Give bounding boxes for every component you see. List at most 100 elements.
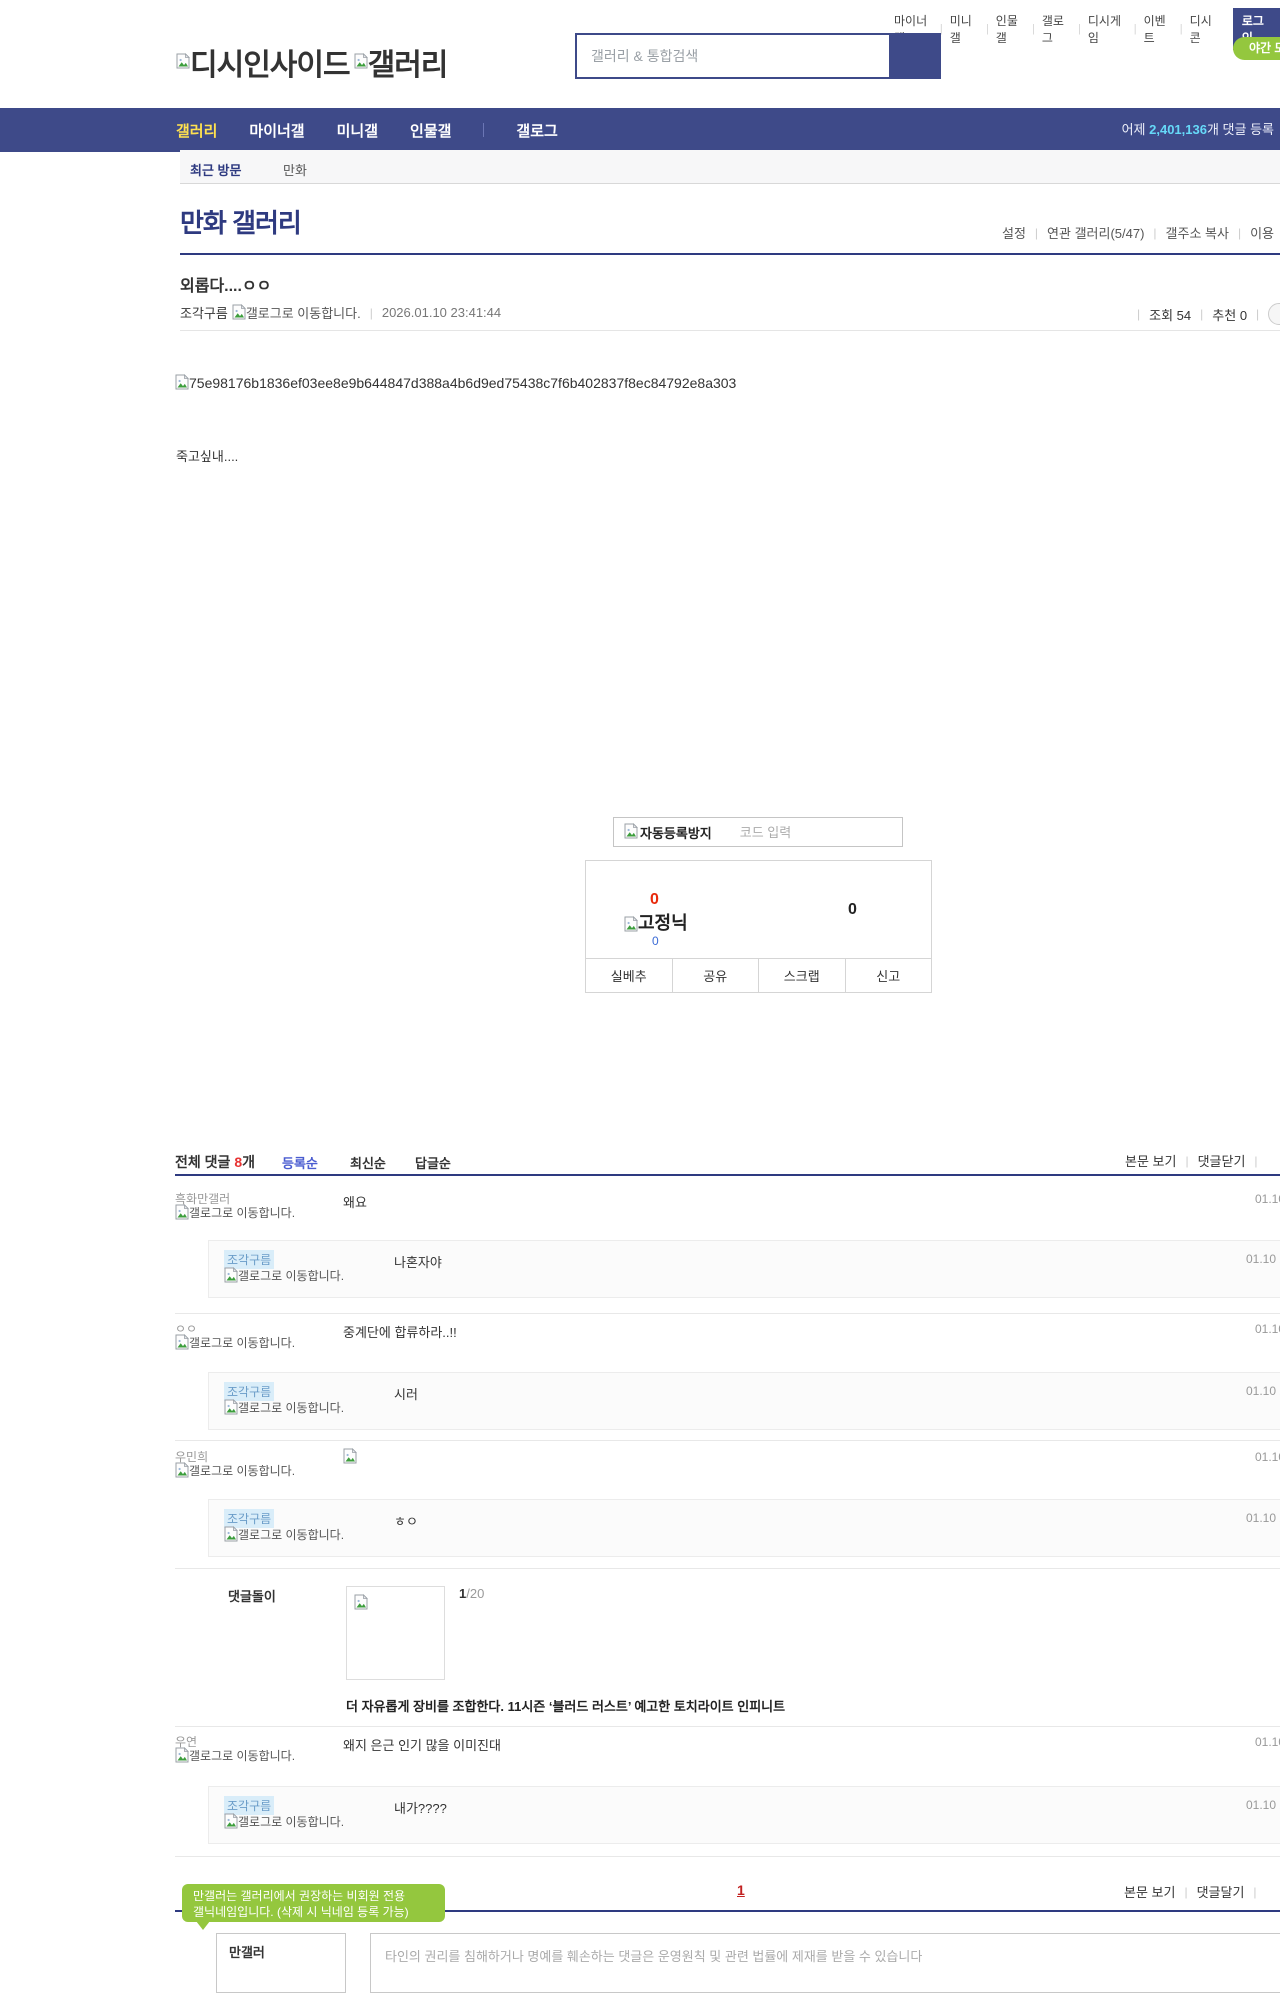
broken-image-icon [224, 1399, 238, 1415]
usage-guide-link[interactable]: 이용 [1250, 223, 1274, 242]
sort-registered-tab[interactable]: 등록순 [282, 1153, 318, 1172]
nav-gallery[interactable]: 갤러리 [176, 120, 217, 141]
nav-gallog[interactable]: 갤로그 [516, 120, 557, 141]
breadcrumb-current-gallery[interactable]: 만화 [283, 160, 307, 179]
site-logo[interactable]: 디시인사이드 갤러리 [176, 40, 449, 84]
top-utility-bar: 마이너갤| 미니갤| 인물갤| 갤로그| 디시게임| 이벤트| 디시콘 로그인 [894, 8, 1280, 50]
fixed-nick-upvote[interactable]: 고정닉 [624, 909, 688, 935]
comment-author-gallog[interactable]: 갤로그로 이동합니다. [175, 1747, 307, 1764]
captcha-box: 자동등록방지 [613, 817, 903, 847]
reply-author-gallog[interactable]: 갤로그로 이동합니다. [224, 1267, 356, 1284]
related-galleries-link[interactable]: 연관 갤러리(5/47) [1047, 223, 1144, 242]
vote-button-row: 실베추 공유 스크랩 신고 [586, 958, 931, 992]
divider: | [1184, 1884, 1188, 1899]
pagination-page-1[interactable]: 1 [737, 1882, 745, 1898]
comment-date: 01.10 [1255, 1192, 1280, 1206]
nav-person-gallery[interactable]: 인물갤 [410, 120, 451, 141]
divider [175, 1174, 1280, 1176]
view-post-link[interactable]: 본문 보기 [1124, 1882, 1175, 1901]
post-author[interactable]: 조각구름 [180, 303, 228, 322]
ad-banner-image[interactable] [346, 1586, 445, 1680]
sort-newest-tab[interactable]: 최신순 [350, 1153, 386, 1172]
divider [483, 123, 485, 137]
reply-date: 01.10 2 [1246, 1798, 1280, 1812]
upvote-count: 0 [650, 891, 659, 908]
reply-author-gallog[interactable]: 갤로그로 이동합니다. [224, 1399, 356, 1416]
page: { "topbar": { "links": ["마이너갤", "미니갤", "… [0, 0, 1280, 1993]
reply-author-gallog[interactable]: 갤로그로 이동합니다. [224, 1813, 356, 1830]
top-link-event[interactable]: 이벤트 [1144, 12, 1173, 46]
close-comments-link[interactable]: 댓글닫기 [1198, 1151, 1246, 1170]
broken-image-icon [224, 1813, 238, 1829]
logo-site-text: 디시인사이드 [190, 49, 351, 82]
divider: | [1237, 225, 1242, 240]
ad-page-indicator: 1/20 [459, 1586, 485, 1601]
comment-author-gallog[interactable]: 갤로그로 이동합니다. [175, 1334, 307, 1351]
comments-total: 전체 댓글 8개 [175, 1154, 255, 1170]
post-options-button[interactable] [1268, 303, 1280, 325]
divider: | [985, 23, 989, 35]
divider: | [1179, 23, 1183, 35]
reply-author-gallog[interactable]: 갤로그로 이동합니다. [224, 1526, 356, 1543]
comments-header-actions: 본문 보기 | 댓글닫기 | [1125, 1151, 1267, 1170]
post-body-text: 죽고싶내.... [176, 449, 239, 464]
divider [175, 1440, 1280, 1441]
night-mode-toggle[interactable]: 야간 모 [1233, 37, 1280, 60]
captcha-code-input[interactable] [739, 824, 850, 840]
broken-image-icon [343, 1448, 357, 1465]
comment-date: 01.10 [1255, 1322, 1280, 1336]
broken-image-icon [175, 1747, 189, 1763]
like-count: 추천 0 [1212, 307, 1248, 323]
gallery-title: 만화 갤러리 [180, 208, 302, 238]
comment-stats-count: 2,401,136 [1149, 122, 1207, 137]
nav-mini-gallery[interactable]: 미니갤 [337, 120, 378, 141]
reply-text: ㅎㅇ [394, 1514, 418, 1529]
breadcrumb-recent-label[interactable]: 최근 방문 [190, 160, 241, 179]
divider: | [1031, 23, 1035, 35]
search-button[interactable] [889, 33, 941, 79]
top-link-gallog[interactable]: 갤로그 [1042, 12, 1071, 46]
tooltip-line1: 만갤러는 갤러리에서 권장하는 비회원 전용 [193, 1889, 406, 1903]
nickname-input[interactable] [229, 1944, 329, 1959]
sort-reply-tab[interactable]: 답글순 [415, 1153, 451, 1172]
broken-image-icon [175, 1204, 189, 1220]
comment-stats: 어제 2,401,136개 댓글 등록 [1121, 122, 1274, 137]
silbechu-button[interactable]: 실베추 [586, 959, 673, 992]
divider [180, 330, 1280, 331]
view-post-link[interactable]: 본문 보기 [1125, 1151, 1176, 1170]
gallery-settings-link[interactable]: 설정 [1002, 223, 1026, 242]
main-navbar: 갤러리 마이너갤 미니갤 인물갤 갤로그 어제 2,401,136개 댓글 등록 [0, 108, 1280, 152]
broken-image-icon [175, 1462, 189, 1478]
nav-minor-gallery[interactable]: 마이너갤 [249, 120, 304, 141]
gallery-header-links: 설정 | 연관 갤러리(5/47) | 갤주소 복사 | 이용 [1002, 223, 1274, 242]
broken-image-icon [354, 53, 368, 71]
top-link-dccon[interactable]: 디시콘 [1190, 12, 1219, 46]
top-link-mini-gallery[interactable]: 미니갤 [950, 12, 979, 46]
ad-caption-link[interactable]: 더 자유롭게 장비를 조합한다. 11시즌 ‘블러드 러스트’ 예고한 토치라이… [346, 1696, 785, 1715]
comment-textarea[interactable] [385, 1946, 1280, 1986]
view-count: 조회 54 [1149, 307, 1192, 323]
comments-count: 8 [234, 1154, 243, 1170]
report-button[interactable]: 신고 [845, 959, 931, 992]
scrap-button[interactable]: 스크랩 [759, 959, 846, 992]
post-date: 2026.01.10 23:41:44 [381, 305, 502, 320]
broken-image-icon [224, 1267, 238, 1283]
divider: | [1137, 307, 1141, 321]
comment-author-gallog[interactable]: 갤로그로 이동합니다. [175, 1462, 307, 1479]
fixed-nick-upvote-count: 0 [652, 934, 659, 948]
gallog-alt-text[interactable]: 갤로그로 이동합니다. [246, 303, 361, 322]
top-link-person-gallery[interactable]: 인물갤 [996, 12, 1025, 46]
comment-broken-image [343, 1448, 357, 1466]
logo-section-text: 갤러리 [367, 49, 449, 82]
comment-field-box [370, 1933, 1280, 1993]
top-link-dcgame[interactable]: 디시게임 [1088, 12, 1127, 46]
post-title: 외롭다....ㅇㅇ [180, 278, 272, 295]
copy-gallery-address-link[interactable]: 갤주소 복사 [1166, 223, 1229, 242]
divider: | [1078, 23, 1081, 35]
share-button[interactable]: 공유 [672, 959, 759, 992]
reply-date: 01.10 2 [1246, 1252, 1280, 1266]
search-input[interactable] [577, 35, 889, 77]
vote-box: 0 고정닉 0 0 실베추 공유 스크랩 신고 [585, 860, 932, 993]
write-comment-link[interactable]: 댓글달기 [1197, 1882, 1245, 1901]
comment-author-gallog[interactable]: 갤로그로 이동합니다. [175, 1204, 307, 1221]
